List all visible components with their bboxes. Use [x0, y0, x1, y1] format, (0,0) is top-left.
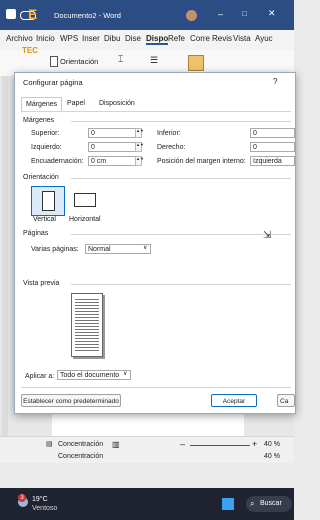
app-word-icon	[6, 9, 16, 19]
landscape-icon	[74, 193, 96, 207]
landscape-button[interactable]	[69, 186, 101, 214]
weather-temp[interactable]: 19°C	[32, 496, 48, 503]
zoom-level-2[interactable]: 40 %	[264, 453, 280, 460]
windows-start-icon[interactable]	[222, 498, 234, 510]
dialog-help-button[interactable]: ?	[273, 77, 277, 86]
right-margin-input[interactable]: 0	[250, 142, 295, 152]
taskbar-search[interactable]: ⌕ Buscar	[246, 496, 292, 512]
tab-archivo[interactable]: Archivo	[6, 34, 33, 43]
landscape-label: Horizontal	[69, 216, 101, 223]
zoom-level[interactable]: 40 %	[264, 441, 280, 448]
focus-mode-label-2[interactable]: Concentración	[58, 453, 103, 460]
window-title: Documento2 - Word	[54, 11, 121, 20]
statusbar: ▤ Concentración ▥ – + 40 % Concentración…	[0, 436, 294, 463]
bottom-margin-label: Inferior:	[157, 130, 181, 137]
chevron-down-icon: ∨	[123, 371, 128, 377]
portrait-icon	[42, 191, 55, 211]
tab-disposicion[interactable]: Dispo	[146, 34, 169, 45]
word-titlebar: E Documento2 - Word – □ ✕	[0, 0, 294, 30]
zoom-in-icon[interactable]: +	[252, 439, 257, 449]
tab-inicio[interactable]: Inicio	[36, 34, 55, 43]
multiple-pages-select[interactable]: Normal	[85, 244, 151, 254]
logo-e: E	[28, 6, 38, 22]
tab-layout[interactable]: Disposición	[95, 97, 139, 111]
indent-icon[interactable]: ☰	[150, 55, 158, 66]
set-default-button[interactable]: Establecer como predeterminado	[21, 394, 121, 407]
search-label: Buscar	[260, 500, 282, 507]
logo-tec: TEC	[22, 46, 38, 55]
top-margin-spinner[interactable]: ▲▼	[135, 128, 144, 138]
taskbar: 3 19°C Ventoso ⌕ Buscar	[0, 488, 294, 520]
zoom-slider[interactable]	[190, 445, 250, 446]
margins-section-title: Márgenes	[23, 117, 55, 124]
tab-dibujar[interactable]: Dibu	[104, 34, 120, 43]
left-margin-label: Izquierdo:	[31, 144, 62, 151]
search-icon: ⌕	[250, 499, 255, 508]
orientation-icon	[50, 56, 58, 67]
bottom-margin-input[interactable]: 0	[250, 128, 295, 138]
ribbon-orientation[interactable]: Orientación	[60, 57, 98, 66]
mouse-cursor-icon: ⇲	[263, 230, 272, 241]
gutter-spinner[interactable]: ▲▼	[135, 156, 144, 166]
ruler-vertical	[2, 76, 8, 436]
tab-revisar[interactable]: Revis	[212, 34, 232, 43]
tab-correspondencia[interactable]: Corre	[190, 34, 210, 43]
ribbon-tabs: TEC Archivo Inicio WPS Inser Dibu Dise D…	[0, 30, 294, 55]
portrait-label: Vertical	[33, 216, 56, 223]
left-margin-input[interactable]: 0	[88, 142, 136, 152]
tab-ayuda[interactable]: Ayuc	[255, 34, 273, 43]
read-mode-icon[interactable]: ▥	[112, 440, 120, 449]
apply-to-select[interactable]: Todo el documento	[57, 370, 131, 380]
gutter-position-label: Posición del margen interno:	[157, 158, 246, 165]
dialog-title: Configurar página	[23, 78, 83, 87]
weather-desc[interactable]: Ventoso	[32, 505, 57, 512]
tab-insertar[interactable]: Inser	[82, 34, 100, 43]
preview-text-lines	[75, 297, 99, 353]
tab-diseno[interactable]: Dise	[125, 34, 141, 43]
page-setup-dialog: Configurar página ? Márgenes Papel Dispo…	[14, 72, 296, 414]
top-margin-label: Superior:	[31, 130, 60, 137]
page-preview	[71, 293, 103, 357]
apply-to-label: Aplicar a:	[25, 373, 55, 380]
tab-wps[interactable]: WPS	[60, 34, 78, 43]
chevron-down-icon: ∨	[143, 245, 148, 251]
focus-icon[interactable]: ▤	[46, 440, 53, 448]
top-margin-input[interactable]: 0	[88, 128, 136, 138]
portrait-button[interactable]	[31, 186, 65, 216]
multiple-pages-label: Varias páginas:	[31, 246, 79, 253]
pages-section-title: Páginas	[23, 230, 49, 237]
user-avatar[interactable]	[186, 10, 197, 21]
tab-paper[interactable]: Papel	[63, 97, 89, 111]
cancel-button[interactable]: Ca	[277, 394, 295, 407]
ok-button[interactable]: Aceptar	[211, 394, 257, 407]
gutter-label: Encuadernación:	[31, 158, 84, 165]
orientation-section-title: Orientación	[23, 174, 59, 181]
maximize-icon[interactable]: □	[242, 9, 247, 18]
minimize-icon[interactable]: –	[218, 9, 223, 19]
notification-badge: 3	[18, 494, 26, 502]
tab-vista[interactable]: Vista	[233, 34, 251, 43]
focus-mode-label[interactable]: Concentración	[58, 441, 103, 448]
right-margin-label: Derecho:	[157, 144, 186, 151]
tab-referencias[interactable]: Refe	[168, 34, 185, 43]
preview-section-title: Vista previa	[23, 280, 60, 287]
left-margin-spinner[interactable]: ▲▼	[135, 142, 144, 152]
zoom-out-icon[interactable]: –	[180, 439, 185, 449]
close-icon[interactable]: ✕	[268, 8, 276, 19]
gutter-position-select[interactable]: Izquierda	[250, 156, 295, 166]
arrange-icon[interactable]	[188, 55, 204, 71]
breaks-icon[interactable]: ⌶	[118, 54, 123, 65]
gutter-input[interactable]: 0 cm	[88, 156, 136, 166]
